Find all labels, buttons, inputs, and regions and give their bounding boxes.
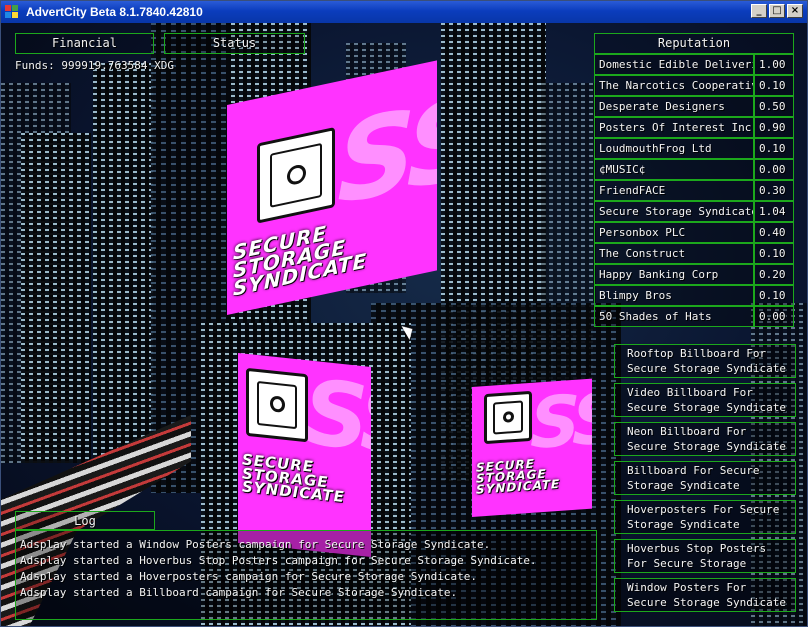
funds-readout: Funds: 999919.763584 XDG	[15, 59, 174, 72]
campaign-list: Rooftop Billboard For Secure Storage Syn…	[614, 344, 796, 617]
campaign-button-video-billboard[interactable]: Video Billboard For Secure Storage Syndi…	[614, 383, 796, 417]
table-row[interactable]: 50 Shades of Hats0.00	[594, 306, 794, 327]
status-tab[interactable]: Status	[164, 33, 305, 54]
safe-icon	[257, 127, 335, 224]
reputation-table: Domestic Edible Deliveries1.00 The Narco…	[594, 54, 794, 327]
financial-tab[interactable]: Financial	[15, 33, 154, 54]
maximize-button[interactable]: □	[769, 4, 785, 18]
campaign-button-billboard[interactable]: Billboard For Secure Storage Syndicate	[614, 461, 796, 495]
app-icon	[5, 5, 21, 19]
log-entry: Adsplay started a Hoverposters campaign …	[20, 569, 596, 585]
reputation-header[interactable]: Reputation	[594, 33, 794, 54]
campaign-button-window-posters[interactable]: Window Posters For Secure Storage Syndic…	[614, 578, 796, 612]
table-row[interactable]: The Construct0.10	[594, 243, 794, 264]
billboard-logo-mark: SS	[337, 71, 437, 229]
log-entry: Adsplay started a Billboard campaign for…	[20, 585, 596, 601]
log-tab[interactable]: Log	[15, 511, 155, 530]
neon-billboard[interactable]: SS SECURE STORAGE SYNDICATE	[238, 353, 371, 557]
table-row[interactable]: LoudmouthFrog Ltd0.10	[594, 138, 794, 159]
billboard-brand-text: SECURE STORAGE SYNDICATE	[476, 457, 560, 495]
table-row[interactable]: FriendFACE0.30	[594, 180, 794, 201]
table-row[interactable]: Secure Storage Syndicate1.04	[594, 201, 794, 222]
table-row[interactable]: Blimpy Bros0.10	[594, 285, 794, 306]
safe-icon	[484, 391, 532, 444]
log-entry: Adsplay started a Window Posters campaig…	[20, 537, 596, 553]
window-controls: _ □ ×	[751, 4, 803, 18]
billboard-logo-mark: SS	[530, 379, 592, 465]
campaign-button-hoverposters[interactable]: Hoverposters For Secure Storage Syndicat…	[614, 500, 796, 534]
table-row[interactable]: Personbox PLC0.40	[594, 222, 794, 243]
table-row[interactable]: Desperate Designers0.50	[594, 96, 794, 117]
billboard-logo-mark: SS	[304, 360, 371, 477]
table-row[interactable]: Happy Banking Corp0.20	[594, 264, 794, 285]
safe-icon	[246, 368, 308, 443]
table-row[interactable]: Domestic Edible Deliveries1.00	[594, 54, 794, 75]
campaign-button-hoverbus-stop-posters[interactable]: Hoverbus Stop Posters For Secure Storage…	[614, 539, 796, 573]
table-row[interactable]: The Narcotics Cooperative0.10	[594, 75, 794, 96]
rooftop-billboard[interactable]: SS SECURE STORAGE SYNDICATE	[227, 60, 437, 315]
table-row[interactable]: Posters Of Interest Inc0.90	[594, 117, 794, 138]
billboard-brand-text: SECURE STORAGE SYNDICATE	[233, 215, 367, 298]
window-title: AdvertCity Beta 8.1.7840.42810	[26, 5, 203, 19]
campaign-button-rooftop-billboard[interactable]: Rooftop Billboard For Secure Storage Syn…	[614, 344, 796, 378]
skyscraper	[21, 133, 91, 463]
campaign-button-neon-billboard[interactable]: Neon Billboard For Secure Storage Syndic…	[614, 422, 796, 456]
log-panel: Adsplay started a Window Posters campaig…	[15, 530, 597, 620]
city-viewport[interactable]: SS SECURE STORAGE SYNDICATE SS SECURE ST…	[1, 23, 807, 626]
skyscraper	[93, 63, 155, 483]
window-poster[interactable]: SS SECURE STORAGE SYNDICATE	[472, 379, 592, 517]
table-row[interactable]: ¢MUSIC¢0.00	[594, 159, 794, 180]
close-button[interactable]: ×	[787, 4, 803, 18]
log-entry: Adsplay started a Hoverbus Stop Posters …	[20, 553, 596, 569]
game-window: AdvertCity Beta 8.1.7840.42810 _ □ × SS …	[0, 0, 808, 627]
minimize-button[interactable]: _	[751, 4, 767, 18]
title-bar[interactable]: AdvertCity Beta 8.1.7840.42810 _ □ ×	[1, 1, 807, 23]
